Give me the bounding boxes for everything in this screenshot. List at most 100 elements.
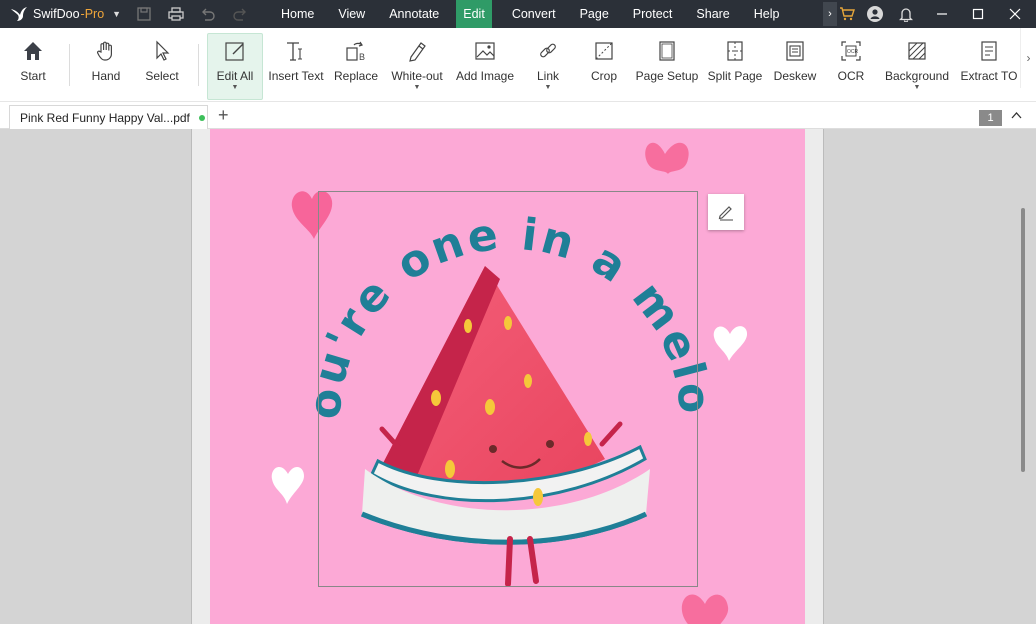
user-avatar-icon[interactable] xyxy=(861,0,889,28)
menu-page[interactable]: Page xyxy=(568,0,621,28)
app-logo[interactable]: SwifDoo -Pro ▼ xyxy=(0,6,128,22)
extract-toc-button[interactable]: Extract TO xyxy=(960,34,1018,98)
white-out-icon xyxy=(409,42,426,62)
split-page-label: Split Page xyxy=(707,69,763,83)
document-tab[interactable]: Pink Red Funny Happy Val...pdf xyxy=(9,105,208,129)
insert-text-label: Insert Text xyxy=(268,69,324,83)
edit-ribbon: Start Hand Select Edit All ▼ Insert Text… xyxy=(0,28,1036,102)
split-page-icon xyxy=(727,41,743,61)
link-button[interactable]: Link ▼ xyxy=(528,34,568,98)
swifdoo-logo-icon xyxy=(11,7,27,21)
cart-icon[interactable] xyxy=(833,0,861,28)
notification-bell-icon[interactable] xyxy=(889,0,922,28)
edit-all-label: Edit All xyxy=(216,69,254,83)
minimize-icon[interactable] xyxy=(922,0,962,28)
link-icon xyxy=(540,43,556,58)
menu-protect[interactable]: Protect xyxy=(621,0,685,28)
add-tab-button[interactable]: + xyxy=(218,106,229,124)
link-dropdown-icon[interactable]: ▼ xyxy=(545,84,552,91)
cursor-icon xyxy=(156,40,170,61)
page-number-badge: 1 xyxy=(979,110,1002,126)
crop-icon xyxy=(595,42,613,60)
replace-button[interactable]: B Replace xyxy=(333,34,379,98)
ocr-label: OCR xyxy=(837,69,865,83)
pencil-icon xyxy=(718,206,733,221)
background-icon xyxy=(908,42,926,60)
deskew-label: Deskew xyxy=(773,69,817,83)
app-edition: -Pro xyxy=(80,7,105,21)
hand-label: Hand xyxy=(91,69,121,83)
save-icon[interactable] xyxy=(128,0,160,28)
ribbon-separator xyxy=(198,44,199,86)
heart-decoration xyxy=(681,594,729,624)
app-menu-caret-icon[interactable]: ▼ xyxy=(112,9,121,19)
main-menu: Home View Annotate Edit Convert Page Pro… xyxy=(269,0,791,28)
white-out-dropdown-icon[interactable]: ▼ xyxy=(414,84,421,91)
white-out-button[interactable]: White-out ▼ xyxy=(388,34,446,98)
ocr-button[interactable]: OCR OCR xyxy=(835,34,867,98)
edit-all-button[interactable]: Edit All ▼ xyxy=(207,33,263,100)
vertical-scrollbar[interactable] xyxy=(1021,208,1025,472)
heart-decoration xyxy=(713,326,748,361)
menu-annotate[interactable]: Annotate xyxy=(377,0,451,28)
white-out-label: White-out xyxy=(391,69,443,83)
document-viewer[interactable]: you're one in a melon xyxy=(0,129,1036,624)
content-selection-box[interactable] xyxy=(318,191,698,587)
page-setup-icon xyxy=(659,41,675,61)
title-bar: SwifDoo -Pro ▼ Home View Annotate Edit Co… xyxy=(0,0,1036,28)
menu-view[interactable]: View xyxy=(326,0,377,28)
print-icon[interactable] xyxy=(160,0,192,28)
hand-tool-button[interactable]: Hand xyxy=(86,34,126,98)
ocr-icon: OCR xyxy=(841,41,861,61)
document-tab-bar: Pink Red Funny Happy Val...pdf + 1 xyxy=(0,102,1036,129)
insert-text-icon xyxy=(287,42,302,61)
menu-share[interactable]: Share xyxy=(684,0,741,28)
crop-button[interactable]: Crop xyxy=(584,34,624,98)
home-icon xyxy=(24,42,42,60)
edit-all-icon xyxy=(225,42,244,61)
maximize-icon[interactable] xyxy=(962,0,994,28)
page-setup-button[interactable]: Page Setup xyxy=(636,34,698,98)
ribbon-scroll-right-icon[interactable]: › xyxy=(1020,28,1036,88)
background-button[interactable]: Background ▼ xyxy=(882,34,952,98)
hand-icon xyxy=(97,41,112,61)
svg-text:OCR: OCR xyxy=(847,49,859,55)
redo-icon[interactable] xyxy=(224,0,256,28)
undo-icon[interactable] xyxy=(192,0,224,28)
heart-decoration xyxy=(271,466,304,504)
split-page-button[interactable]: Split Page xyxy=(707,34,763,98)
page-setup-label: Page Setup xyxy=(635,69,699,83)
link-label: Link xyxy=(536,69,559,83)
menu-convert[interactable]: Convert xyxy=(500,0,568,28)
add-image-button[interactable]: Add Image xyxy=(455,34,515,98)
crop-label: Crop xyxy=(590,69,617,83)
deskew-button[interactable]: Deskew xyxy=(773,34,817,98)
start-button[interactable]: Start xyxy=(14,34,52,98)
deskew-icon xyxy=(786,41,804,61)
start-label: Start xyxy=(20,69,46,83)
edit-content-button[interactable] xyxy=(708,194,744,230)
heart-decoration xyxy=(645,142,689,174)
collapse-ribbon-chevron-icon[interactable] xyxy=(1011,110,1022,122)
extract-toc-icon xyxy=(981,41,997,61)
edit-all-dropdown-icon[interactable]: ▼ xyxy=(232,84,239,91)
replace-label: Replace xyxy=(333,69,379,83)
document-tab-title: Pink Red Funny Happy Val...pdf xyxy=(20,110,190,125)
image-icon xyxy=(475,42,495,60)
background-label: Background xyxy=(884,69,950,83)
menu-edit[interactable]: Edit xyxy=(456,0,492,28)
app-name: SwifDoo xyxy=(33,7,80,21)
add-image-label: Add Image xyxy=(455,69,515,83)
extract-toc-label: Extract TO xyxy=(960,69,1018,83)
ribbon-separator xyxy=(69,44,70,86)
select-label: Select xyxy=(145,69,179,83)
menu-help[interactable]: Help xyxy=(742,0,792,28)
select-tool-button[interactable]: Select xyxy=(142,34,182,98)
svg-text:B: B xyxy=(359,52,365,62)
replace-icon: B xyxy=(346,41,365,62)
menu-home[interactable]: Home xyxy=(269,0,326,28)
saved-status-dot xyxy=(198,114,205,121)
background-dropdown-icon[interactable]: ▼ xyxy=(914,84,921,91)
insert-text-button[interactable]: Insert Text xyxy=(268,34,324,98)
close-icon[interactable] xyxy=(994,0,1036,28)
